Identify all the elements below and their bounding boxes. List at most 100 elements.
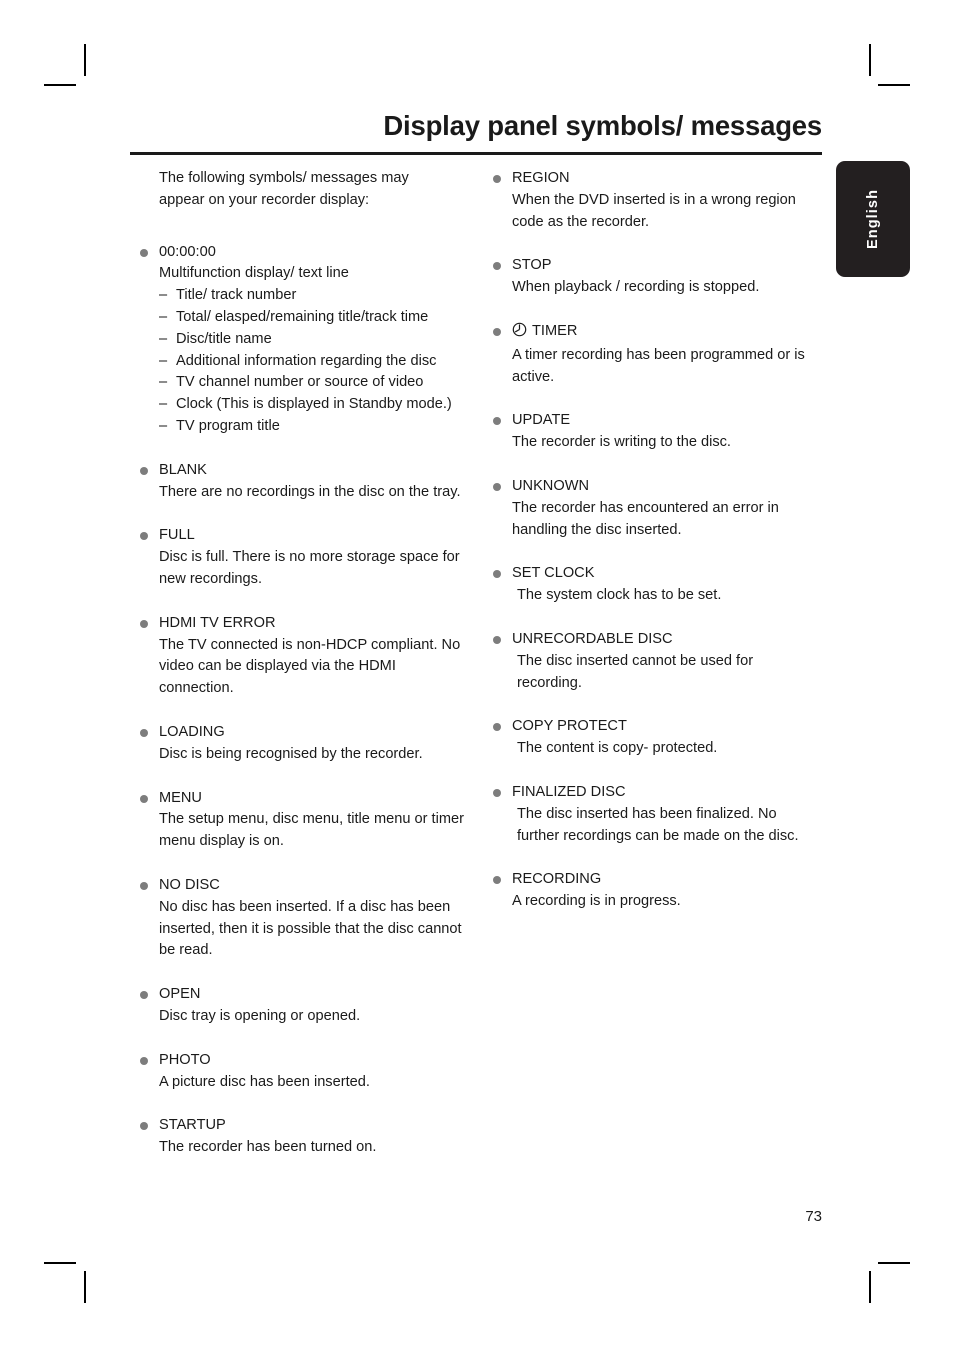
symbol-entry: MENU The setup menu, disc menu, title men… bbox=[139, 788, 469, 853]
bullet-icon bbox=[493, 570, 501, 579]
symbol-term: COPY PROTECT bbox=[512, 718, 627, 735]
dash-icon: – bbox=[159, 374, 168, 391]
dash-icon: – bbox=[159, 396, 168, 413]
symbol-term: OPEN bbox=[159, 986, 201, 1003]
dash-icon: – bbox=[159, 417, 168, 434]
symbol-entry: TIMER A timer recording has been programm… bbox=[492, 321, 822, 388]
bullet-icon bbox=[493, 635, 501, 644]
symbol-sub-item-label: Total/ elasped/remaining title/track tim… bbox=[176, 308, 429, 325]
symbol-term: FINALIZED DISC bbox=[512, 783, 626, 800]
symbol-entry: REGION When the DVD inserted is in a wron… bbox=[492, 168, 822, 233]
bullet-icon bbox=[140, 248, 148, 257]
bullet-icon bbox=[493, 482, 501, 491]
symbol-term: NO DISC bbox=[159, 876, 220, 893]
symbol-term: BLANK bbox=[159, 461, 207, 478]
language-tab-label: English bbox=[865, 188, 881, 250]
symbol-description: The disc inserted cannot be used for rec… bbox=[517, 652, 754, 691]
bullet-icon bbox=[140, 619, 148, 628]
symbol-sub-item-label: Disc/title name bbox=[176, 330, 272, 347]
symbol-description: The setup menu, disc menu, title menu or… bbox=[159, 811, 464, 850]
symbol-description: The system clock has to be set. bbox=[517, 587, 722, 604]
page-number: 73 bbox=[805, 1208, 822, 1225]
bullet-icon bbox=[140, 1056, 148, 1065]
crop-mark-top-right-vertical bbox=[869, 44, 871, 76]
symbol-description: The recorder is writing to the disc. bbox=[512, 434, 731, 451]
symbol-entry: NO DISC No disc has been inserted. If a d… bbox=[139, 875, 469, 962]
crop-mark-bottom-left-horizontal bbox=[44, 1262, 76, 1264]
intro-paragraph: The following symbols/ messages may appe… bbox=[159, 170, 409, 208]
dash-icon: – bbox=[159, 330, 168, 347]
crop-mark-bottom-right-vertical bbox=[869, 1271, 871, 1303]
symbol-entry: FINALIZED DISC The disc inserted has been… bbox=[492, 782, 822, 847]
symbol-description: When playback / recording is stopped. bbox=[512, 279, 760, 296]
symbol-entry: FULL Disc is full. There is no more stora… bbox=[139, 525, 469, 590]
symbol-sub-item: – Additional information regarding the di… bbox=[159, 351, 469, 373]
symbol-entry: OPEN Disc tray is opening or opened. bbox=[139, 984, 469, 1028]
symbol-term: PHOTO bbox=[159, 1051, 211, 1068]
symbol-sub-item: – TV channel number or source of video bbox=[159, 372, 469, 394]
bullet-icon bbox=[140, 794, 148, 803]
dash-icon: – bbox=[159, 352, 168, 369]
bullet-icon bbox=[140, 532, 148, 541]
bullet-icon bbox=[493, 788, 501, 797]
symbol-description: The content is copy- protected. bbox=[517, 740, 718, 757]
bullet-icon bbox=[140, 991, 148, 1000]
symbol-sub-item-label: TV program title bbox=[176, 417, 280, 434]
bullet-icon bbox=[140, 466, 148, 475]
symbol-description: The recorder has been turned on. bbox=[159, 1139, 377, 1156]
symbol-sub-item: – TV program title bbox=[159, 416, 469, 438]
symbol-sub-item-label: Additional information regarding the dis… bbox=[176, 352, 437, 369]
language-tab: English bbox=[836, 161, 910, 277]
symbol-term: UPDATE bbox=[512, 412, 571, 429]
symbol-entry: UNRECORDABLE DISC The disc inserted canno… bbox=[492, 629, 822, 694]
dash-icon: – bbox=[159, 308, 168, 325]
symbol-term: LOADING bbox=[159, 723, 225, 740]
symbol-description: A picture disc has been inserted. bbox=[159, 1073, 370, 1090]
symbol-description: When the DVD inserted is in a wrong regi… bbox=[512, 191, 796, 230]
bullet-icon bbox=[140, 728, 148, 737]
symbol-sub-item: – Title/ track number bbox=[159, 285, 469, 307]
clock-icon bbox=[512, 322, 527, 345]
symbol-term: REGION bbox=[512, 170, 570, 186]
symbol-term-text: TIMER bbox=[532, 322, 578, 339]
symbol-entry: SET CLOCK The system clock has to be set. bbox=[492, 563, 822, 607]
right-column: REGION When the DVD inserted is in a wron… bbox=[492, 168, 822, 935]
symbol-description: There are no recordings in the disc on t… bbox=[159, 483, 461, 500]
symbol-term: FULL bbox=[159, 527, 195, 544]
crop-mark-bottom-right-horizontal bbox=[878, 1262, 910, 1264]
symbol-entry: HDMI TV ERROR The TV connected is non-HDC… bbox=[139, 613, 469, 700]
symbol-term: STOP bbox=[512, 257, 552, 274]
symbol-sub-item: – Clock (This is displayed in Standby mod… bbox=[159, 394, 469, 416]
symbol-description: The recorder has encountered an error in… bbox=[512, 499, 779, 538]
header-divider bbox=[130, 152, 822, 155]
bullet-icon bbox=[493, 327, 501, 336]
symbol-entry: LOADING Disc is being recognised by the r… bbox=[139, 722, 469, 766]
symbol-sub-item-label: TV channel number or source of video bbox=[176, 374, 424, 391]
bullet-icon bbox=[493, 262, 501, 271]
symbol-sub-list: – Title/ track number – Total/ elasped/rema… bbox=[159, 285, 469, 438]
symbol-description: Disc is full. There is no more storage s… bbox=[159, 549, 460, 587]
symbol-term: HDMI TV ERROR bbox=[159, 614, 276, 631]
symbol-entry: STARTUP The recorder has been turned on. bbox=[139, 1115, 469, 1159]
symbol-description: A timer recording has been programmed or… bbox=[512, 346, 805, 385]
bullet-icon bbox=[140, 881, 148, 890]
symbol-term: MENU bbox=[159, 789, 202, 806]
symbol-entry: RECORDING A recording is in progress. bbox=[492, 869, 822, 913]
symbol-description: The disc inserted has been finalized. No… bbox=[517, 805, 799, 844]
bullet-icon bbox=[493, 876, 501, 885]
crop-mark-top-left-horizontal bbox=[44, 84, 76, 86]
symbol-term: STARTUP bbox=[159, 1117, 226, 1134]
symbol-entry: PHOTO A picture disc has been inserted. bbox=[139, 1050, 469, 1094]
crop-mark-top-right-horizontal bbox=[878, 84, 910, 86]
bullet-icon bbox=[493, 723, 501, 732]
symbol-term: 00:00:00 bbox=[159, 243, 216, 260]
bullet-icon bbox=[140, 1122, 148, 1131]
symbol-sub-item: – Disc/title name bbox=[159, 329, 469, 351]
symbol-description: A recording is in progress. bbox=[512, 893, 681, 910]
symbol-description: Disc tray is opening or opened. bbox=[159, 1007, 361, 1024]
symbol-entry: UPDATE The recorder is writing to the dis… bbox=[492, 410, 822, 454]
symbol-description: The TV connected is non-HDCP compliant. … bbox=[159, 636, 461, 697]
symbol-sub-item-label: Title/ track number bbox=[176, 287, 297, 304]
symbol-entry: COPY PROTECT The content is copy- protect… bbox=[492, 716, 822, 760]
bullet-icon bbox=[493, 417, 501, 426]
